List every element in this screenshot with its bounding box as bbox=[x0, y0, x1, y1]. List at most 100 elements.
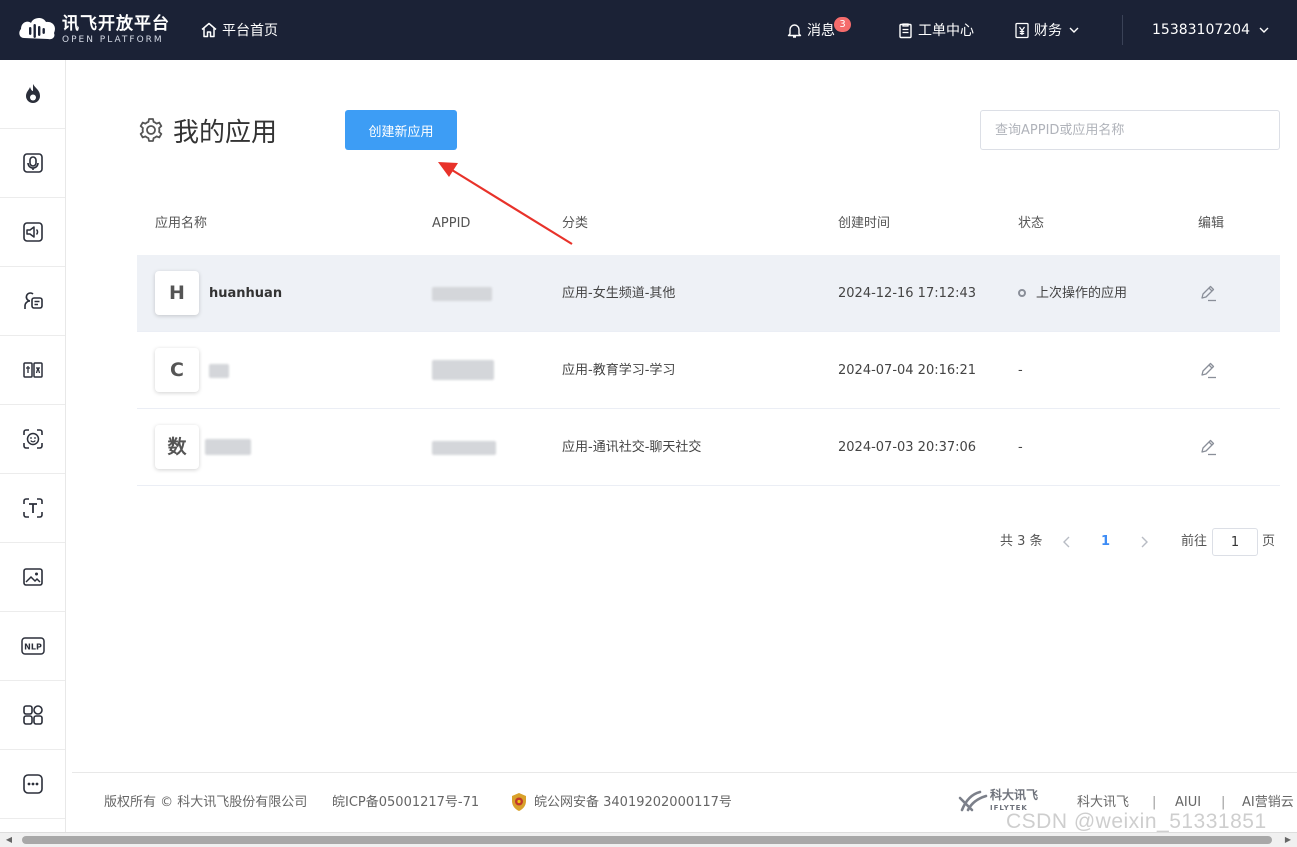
more-icon bbox=[22, 774, 43, 794]
pagination-goto-suffix: 页 bbox=[1262, 534, 1276, 549]
app-avatar: H bbox=[155, 271, 199, 315]
clipboard-icon bbox=[899, 22, 912, 38]
iflytek-logo-icon bbox=[958, 790, 988, 812]
sidebar-item-image[interactable] bbox=[0, 543, 65, 612]
text-recognition-icon bbox=[22, 498, 43, 518]
appid-redacted bbox=[432, 360, 494, 380]
logo-icon bbox=[19, 17, 56, 40]
microphone-icon bbox=[22, 153, 43, 173]
app-status: - bbox=[1018, 363, 1023, 378]
flame-icon bbox=[25, 84, 40, 103]
app-created-time: 2024-07-03 20:37:06 bbox=[838, 440, 977, 455]
header-divider bbox=[1122, 15, 1123, 45]
image-icon bbox=[22, 568, 43, 586]
tickets-link[interactable]: 工单中心 bbox=[897, 0, 974, 60]
home-link[interactable]: 平台首页 bbox=[200, 0, 278, 60]
pagination-page-current[interactable]: 1 bbox=[1101, 528, 1110, 556]
column-header-category: 分类 bbox=[562, 216, 589, 231]
app-category: 应用-通讯社交-聊天社交 bbox=[562, 440, 702, 455]
app-avatar: C bbox=[155, 348, 199, 392]
page-title: 我的应用 bbox=[173, 117, 278, 148]
sidebar-item-hot[interactable] bbox=[0, 60, 65, 129]
home-icon bbox=[201, 22, 217, 38]
sidebar-item-face[interactable] bbox=[0, 405, 65, 474]
bell-icon bbox=[787, 23, 802, 38]
svg-text:NLP: NLP bbox=[24, 643, 42, 652]
sidebar-item-voice-interaction[interactable] bbox=[0, 267, 65, 336]
sidebar-item-translation[interactable] bbox=[0, 336, 65, 405]
table-header: 应用名称 APPID 分类 创建时间 状态 编辑 bbox=[137, 200, 1280, 248]
column-header-name: 应用名称 bbox=[155, 216, 208, 231]
footer-icp-link[interactable]: 皖ICP备05001217号-71 bbox=[332, 773, 479, 833]
sidebar-item-more[interactable] bbox=[0, 750, 65, 819]
edit-icon[interactable] bbox=[1198, 283, 1218, 303]
voice-chat-icon bbox=[23, 292, 43, 309]
pagination-total: 共 3 条 bbox=[1000, 534, 1043, 549]
account-menu[interactable]: 15383107204 bbox=[1152, 0, 1274, 60]
finance-menu[interactable]: 财务 bbox=[1014, 0, 1084, 60]
messages-label: 消息 bbox=[807, 23, 835, 39]
csdn-watermark: CSDN @weixin_51331851 bbox=[1006, 810, 1267, 833]
footer-police-link[interactable]: 皖公网安备 34019202000117号 bbox=[534, 773, 732, 833]
app-status: - bbox=[1018, 440, 1023, 455]
search-input[interactable] bbox=[980, 110, 1280, 150]
app-created-time: 2024-12-16 17:12:43 bbox=[838, 286, 977, 301]
platform-logo[interactable]: 讯飞开放平台 OPEN PLATFORM bbox=[18, 12, 170, 48]
app-category: 应用-教育学习-学习 bbox=[562, 363, 676, 378]
scroll-right-icon[interactable]: ▶ bbox=[1283, 835, 1293, 845]
app-name[interactable]: huanhuan bbox=[209, 255, 282, 332]
apps-grid-icon bbox=[22, 705, 43, 725]
translate-icon bbox=[22, 362, 43, 378]
chevron-down-icon bbox=[1259, 27, 1269, 33]
footer-brand-cn: 科大讯飞 bbox=[990, 788, 1039, 802]
page-header: 我的应用 bbox=[137, 110, 277, 150]
pagination-goto-prefix: 前往 bbox=[1181, 534, 1208, 549]
tickets-label: 工单中心 bbox=[918, 23, 974, 39]
sidebar-item-nlp[interactable]: NLP bbox=[0, 612, 65, 681]
gear-icon bbox=[139, 118, 163, 142]
column-header-status: 状态 bbox=[1018, 216, 1045, 231]
yen-icon bbox=[1015, 22, 1029, 38]
sidebar-item-speech-synthesis[interactable] bbox=[0, 198, 65, 267]
messages-badge: 3 bbox=[834, 17, 851, 32]
app-name-redacted bbox=[209, 364, 229, 378]
table-row[interactable]: H huanhuan 应用-女生频道-其他 2024-12-16 17:12:4… bbox=[137, 255, 1280, 332]
scroll-left-icon[interactable]: ◀ bbox=[4, 835, 14, 845]
chevron-left-icon[interactable] bbox=[1061, 535, 1073, 549]
appid-redacted bbox=[432, 287, 492, 301]
messages-link[interactable]: 消息 3 bbox=[786, 0, 856, 60]
home-label: 平台首页 bbox=[222, 23, 278, 39]
table-row[interactable]: 数 应用-通讯社交-聊天社交 2024-07-03 20:37:06 - bbox=[137, 409, 1280, 486]
app-created-time: 2024-07-04 20:16:21 bbox=[838, 363, 977, 378]
column-header-appid: APPID bbox=[432, 216, 471, 231]
scrollbar-thumb[interactable] bbox=[22, 836, 1272, 844]
app-avatar: 数 bbox=[155, 425, 199, 469]
create-app-button[interactable]: 创建新应用 bbox=[345, 110, 457, 150]
chevron-down-icon bbox=[1069, 27, 1079, 33]
pagination-goto-input[interactable] bbox=[1212, 528, 1258, 556]
app-name-redacted bbox=[205, 439, 251, 455]
app-status-label: 上次操作的应用 bbox=[1036, 286, 1128, 301]
finance-label: 财务 bbox=[1034, 23, 1062, 39]
face-icon bbox=[22, 429, 43, 449]
sidebar-item-speech-recognition[interactable] bbox=[0, 129, 65, 198]
sidebar-item-apps[interactable] bbox=[0, 681, 65, 750]
police-badge-icon bbox=[512, 793, 526, 811]
nlp-icon: NLP bbox=[20, 637, 45, 655]
chevron-right-icon[interactable] bbox=[1138, 535, 1150, 549]
app-status: 上次操作的应用 bbox=[1018, 255, 1127, 332]
account-label: 15383107204 bbox=[1152, 22, 1250, 38]
footer-copyright: 版权所有 © 科大讯飞股份有限公司 bbox=[104, 795, 308, 810]
sidebar: NLP bbox=[0, 60, 66, 832]
logo-title: 讯飞开放平台 bbox=[62, 13, 170, 34]
table-row[interactable]: C 应用-教育学习-学习 2024-07-04 20:16:21 - bbox=[137, 332, 1280, 409]
appid-redacted bbox=[432, 441, 496, 455]
edit-icon[interactable] bbox=[1198, 360, 1218, 380]
app-category: 应用-女生频道-其他 bbox=[562, 286, 676, 301]
sidebar-item-text-recognition[interactable] bbox=[0, 474, 65, 543]
column-header-created: 创建时间 bbox=[838, 216, 891, 231]
horizontal-scrollbar[interactable]: ◀ ▶ bbox=[0, 832, 1297, 847]
status-dot-icon bbox=[1018, 288, 1026, 297]
speaker-icon bbox=[22, 222, 43, 242]
edit-icon[interactable] bbox=[1198, 437, 1218, 457]
